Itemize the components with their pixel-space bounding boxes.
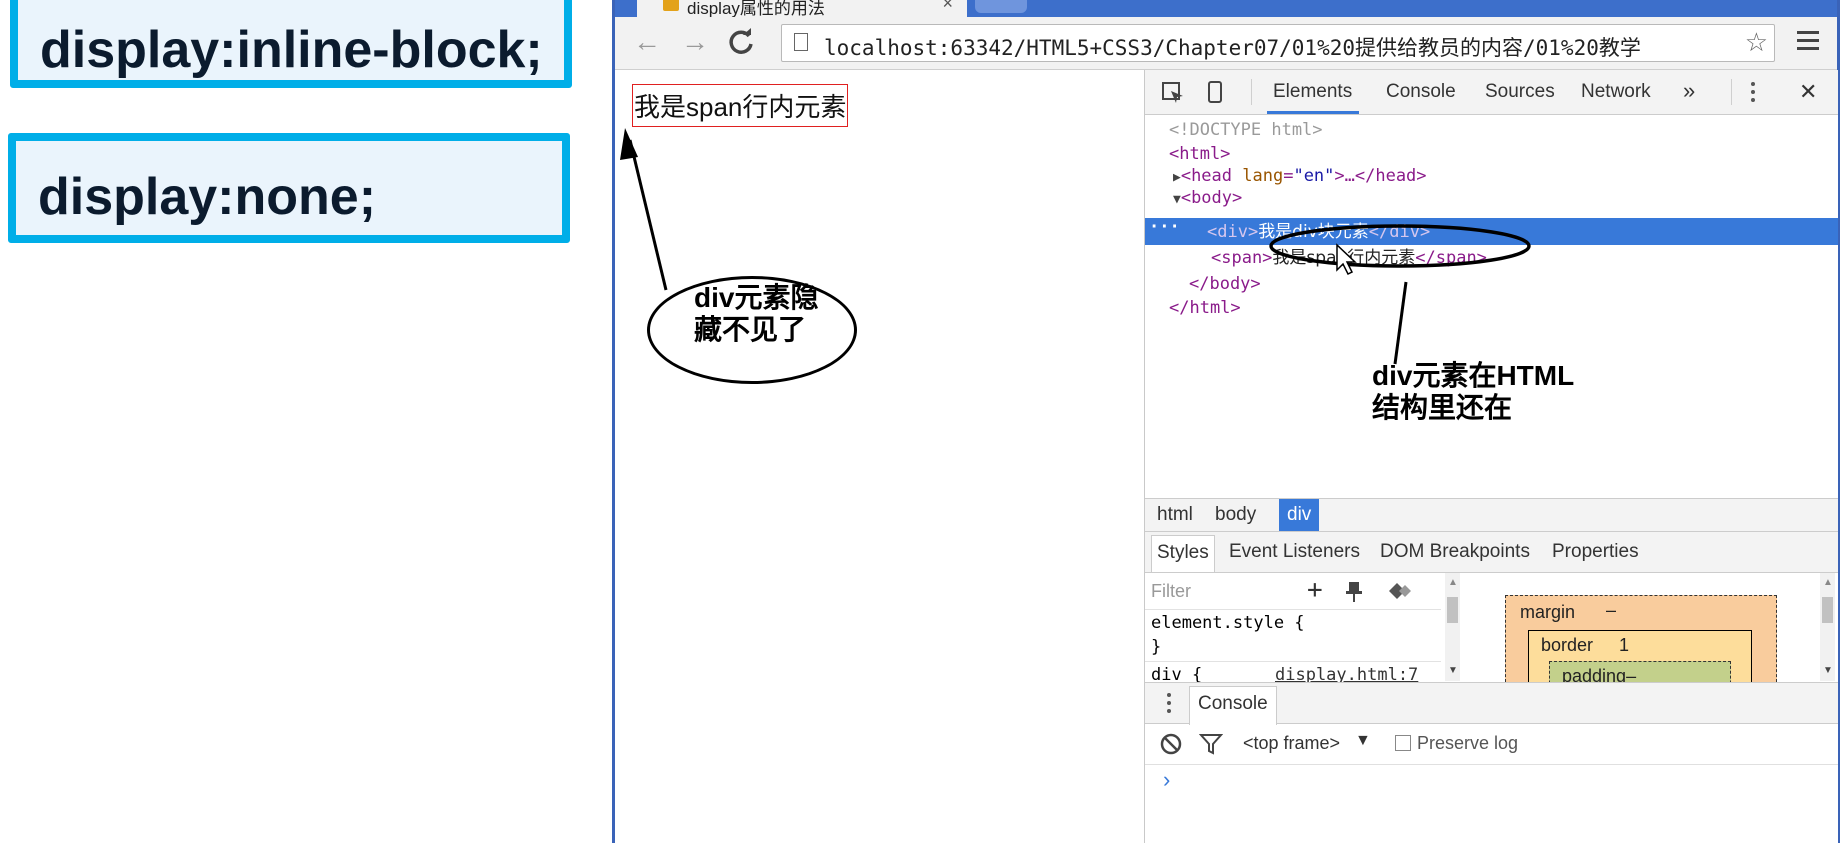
annotation-right-line1: div元素在HTML <box>1372 360 1575 391</box>
mouse-cursor-icon <box>1336 243 1357 276</box>
annotation-left-line1: div元素隐 <box>694 282 819 313</box>
annotation-left-line2: 藏不见了 <box>694 314 807 345</box>
annotation-arrows <box>620 128 1531 365</box>
annotation-right-line2: 结构里还在 <box>1372 392 1513 423</box>
